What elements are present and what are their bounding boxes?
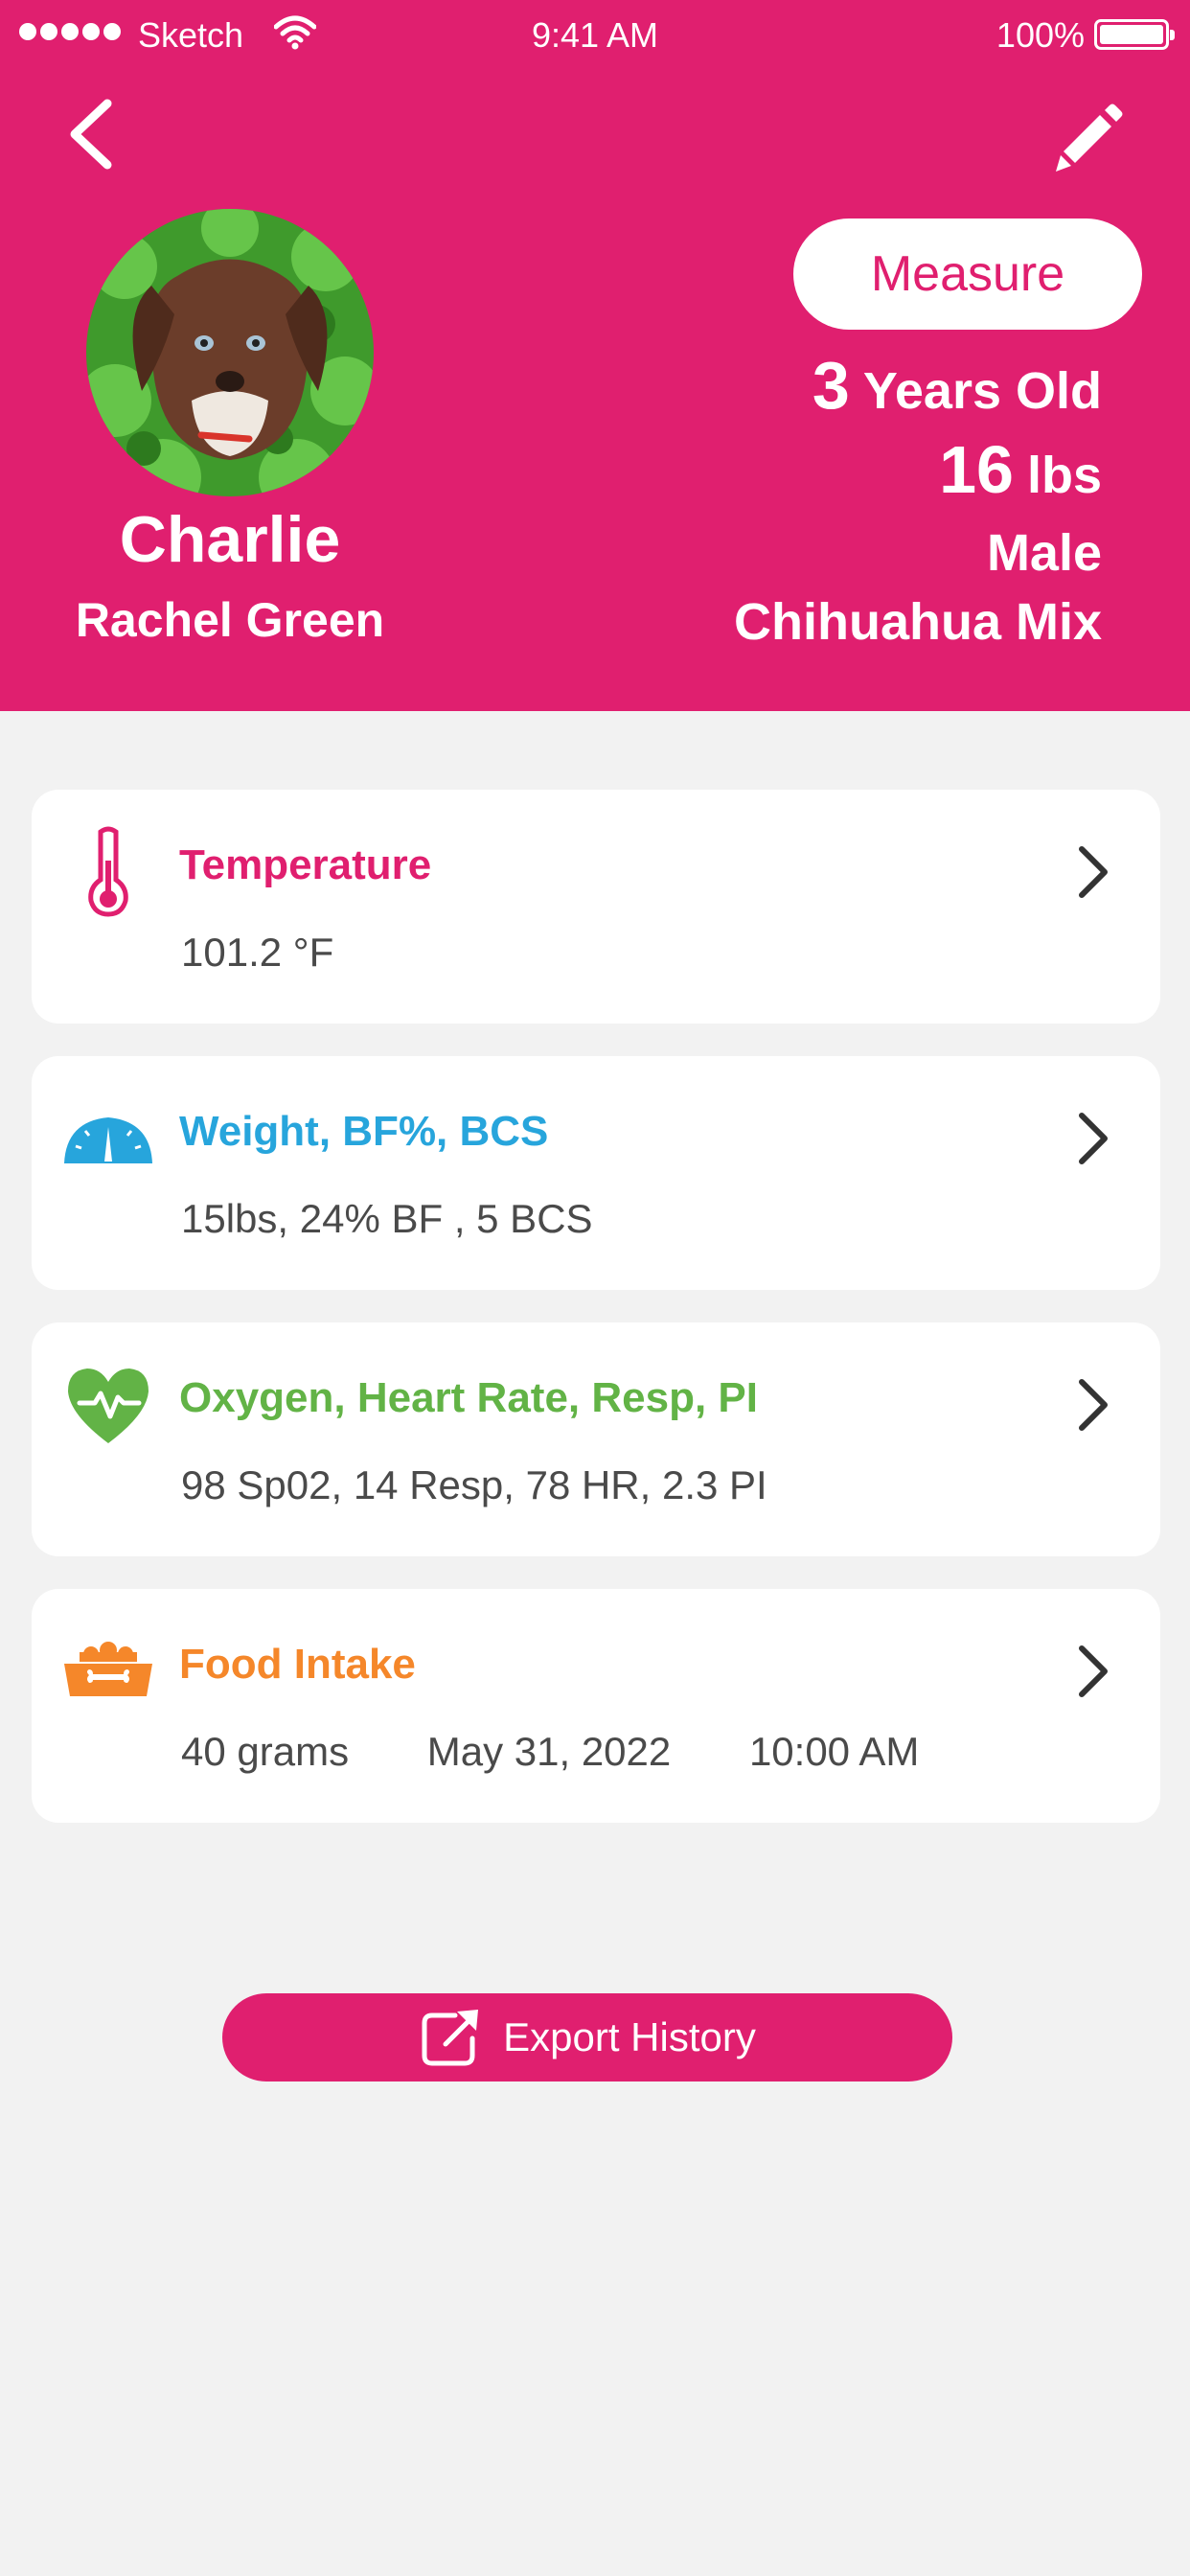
pet-age: 3 Years Old	[812, 347, 1102, 424]
chevron-right-icon	[1079, 1379, 1108, 1431]
card-detail: 98 Sp02, 14 Resp, 78 HR, 2.3 PI	[181, 1462, 767, 1507]
pet-breed: Chihuahua Mix	[733, 593, 1102, 651]
chevron-right-icon	[1079, 1645, 1108, 1697]
status-bar: Sketch 9:41 AM 100%	[0, 0, 1190, 69]
card-title: Oxygen, Heart Rate, Resp, PI	[179, 1374, 758, 1421]
scale-gauge-icon	[64, 1117, 152, 1163]
card-title: Food Intake	[179, 1641, 416, 1688]
thermometer-icon	[88, 826, 128, 917]
pet-sex: Male	[986, 524, 1102, 582]
profile-header: Sketch 9:41 AM 100% Charlie Rachel Green…	[0, 0, 1190, 711]
edit-button[interactable]	[1050, 100, 1127, 176]
food-bowl-icon	[64, 1642, 152, 1696]
weight-number: 16	[939, 432, 1014, 507]
pencil-icon	[1056, 104, 1123, 172]
food-intake-card[interactable]: Food Intake 40 grams May 31, 2022 10:00 …	[32, 1589, 1160, 1823]
share-external-icon	[422, 2010, 479, 2066]
chevron-right-icon	[1079, 1113, 1108, 1164]
chevron-right-icon	[1079, 846, 1108, 898]
back-button[interactable]	[57, 96, 125, 172]
heart-pulse-icon	[68, 1368, 149, 1443]
card-detail: 15lbs, 24% BF , 5 BCS	[181, 1196, 593, 1241]
export-history-label: Export History	[503, 2014, 756, 2059]
pet-avatar	[86, 209, 374, 496]
oxygen-heart-card[interactable]: Oxygen, Heart Rate, Resp, PI 98 Sp02, 14…	[32, 1322, 1160, 1556]
age-unit: Years Old	[862, 362, 1102, 420]
battery-icon	[1094, 19, 1175, 50]
measure-button[interactable]: Measure	[793, 218, 1142, 330]
card-title: Weight, BF%, BCS	[179, 1108, 549, 1155]
pet-weight: 16 lbs	[939, 431, 1102, 508]
chevron-left-icon	[70, 99, 112, 170]
weight-unit: lbs	[1026, 447, 1102, 504]
card-detail: 101.2 °F	[181, 930, 334, 975]
owner-name: Rachel Green	[75, 593, 385, 647]
weight-card[interactable]: Weight, BF%, BCS 15lbs, 24% BF , 5 BCS	[32, 1056, 1160, 1290]
pet-name: Charlie	[119, 503, 341, 576]
card-detail: 40 grams May 31, 2022 10:00 AM	[181, 1729, 920, 1774]
battery-percent: 100%	[995, 15, 1085, 55]
card-title: Temperature	[179, 841, 432, 888]
temperature-card[interactable]: Temperature 101.2 °F	[32, 790, 1160, 1024]
export-history-button[interactable]: Export History	[222, 1993, 952, 2082]
age-number: 3	[812, 348, 850, 423]
